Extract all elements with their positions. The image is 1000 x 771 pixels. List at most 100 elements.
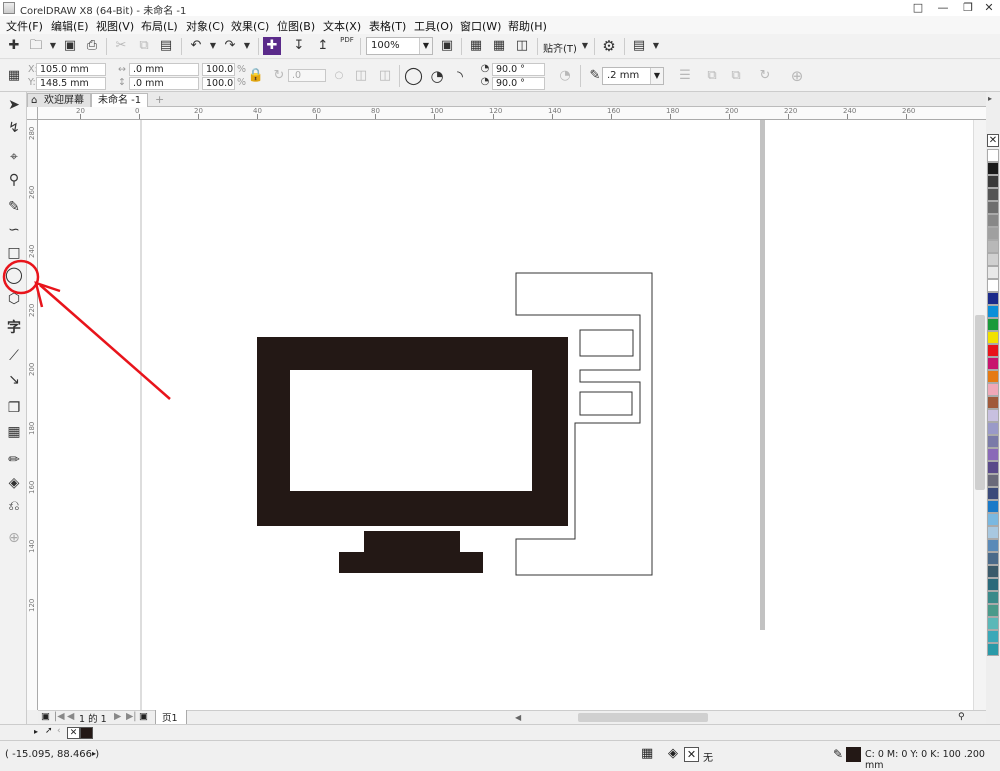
palette-swatch[interactable] [987, 305, 999, 318]
application-launcher-icon[interactable]: ▤ [630, 37, 648, 55]
menu-window[interactable]: 窗口(W) [460, 18, 501, 34]
palette-swatch[interactable] [987, 422, 999, 435]
save-icon[interactable]: ▣ [61, 37, 79, 55]
shape-tool-icon[interactable]: ↯ [4, 118, 24, 138]
tab-document[interactable]: 未命名 -1 [91, 93, 149, 107]
last-page-icon[interactable]: ▶| [126, 711, 137, 722]
menu-table[interactable]: 表格(T) [369, 18, 406, 34]
crop-tool-icon[interactable]: ⌖ [4, 147, 24, 167]
palette-swatch[interactable] [987, 513, 999, 526]
menu-help[interactable]: 帮助(H) [508, 18, 547, 34]
palette-swatch[interactable] [987, 149, 999, 162]
palette-swatch[interactable] [987, 357, 999, 370]
doc-palette-menu-icon[interactable]: ▸ [34, 727, 38, 736]
palette-swatch[interactable] [987, 279, 999, 292]
menu-tools[interactable]: 工具(O) [414, 18, 453, 34]
palette-swatch[interactable] [987, 409, 999, 422]
palette-swatch[interactable] [987, 318, 999, 331]
scroll-left-icon[interactable]: ◀ [515, 713, 521, 722]
undo-dropdown-icon[interactable]: ▼ [204, 37, 222, 55]
monitor-screen[interactable] [290, 370, 532, 491]
zoom-tool-icon[interactable]: ⚲ [4, 170, 24, 190]
vertical-scrollbar[interactable] [973, 120, 986, 710]
arc-mode-icon[interactable]: ◝ [451, 67, 469, 85]
search-content-icon[interactable]: ✚ [263, 37, 281, 55]
snap-to-menu[interactable]: 贴齐(T) [543, 40, 577, 55]
vertical-ruler[interactable]: 280 260 240 220 200 180 160 140 120 [27, 120, 38, 710]
open-folder-icon[interactable]: 🗀 [27, 37, 45, 55]
quick-customize-icon[interactable]: ⊕ [788, 67, 806, 85]
drawing-canvas[interactable] [38, 120, 986, 710]
redo-icon[interactable]: ↷ [221, 37, 239, 55]
palette-swatch[interactable] [987, 630, 999, 643]
menu-bitmaps[interactable]: 位图(B) [277, 18, 315, 34]
mirror-vertical-icon[interactable]: ◫ [376, 67, 394, 85]
tab-welcome-screen[interactable]: ⌂ 欢迎屏幕 [27, 93, 91, 107]
start-angle-field[interactable]: 90.0 ° [492, 63, 545, 76]
outline-width-select[interactable]: .2 mm ▼ [602, 67, 664, 85]
options-gear-icon[interactable]: ⚙ [600, 37, 618, 55]
object-origin-icon[interactable]: ▦ [5, 67, 23, 85]
palette-swatch[interactable] [987, 253, 999, 266]
add-page-before-icon[interactable]: ▣ [41, 711, 50, 722]
palette-swatch[interactable] [987, 370, 999, 383]
horizontal-scroll-thumb[interactable] [578, 713, 708, 722]
palette-swatch[interactable] [987, 435, 999, 448]
height-field[interactable]: .0 mm [129, 77, 199, 90]
palette-swatch[interactable] [987, 175, 999, 188]
palette-swatch[interactable] [987, 617, 999, 630]
palette-swatch[interactable] [987, 448, 999, 461]
scale-y-field[interactable]: 100.0 [202, 77, 235, 90]
full-screen-icon[interactable]: ▣ [438, 37, 456, 55]
transparency-tool-icon[interactable]: ▦ [4, 422, 24, 442]
palette-swatch[interactable] [987, 578, 999, 591]
palette-swatch[interactable] [987, 500, 999, 513]
ellipse-mode-icon[interactable]: ◯ [404, 67, 423, 85]
palette-swatch[interactable] [987, 227, 999, 240]
fill-none-swatch[interactable]: ✕ [684, 747, 699, 762]
new-tab-icon[interactable]: + [155, 93, 164, 106]
palette-swatch[interactable] [987, 565, 999, 578]
minimize-button[interactable]: — [930, 0, 956, 16]
wrap-text-icon[interactable]: ☰ [676, 67, 694, 85]
palette-swatch[interactable] [987, 188, 999, 201]
palette-swatch[interactable] [987, 474, 999, 487]
launcher-dropdown-icon[interactable]: ▼ [647, 37, 665, 55]
redo-dropdown-icon[interactable]: ▼ [238, 37, 256, 55]
menu-object[interactable]: 对象(C) [186, 18, 224, 34]
y-position-field[interactable]: 148.5 mm [36, 77, 106, 90]
palette-swatch[interactable] [987, 383, 999, 396]
pie-mode-icon[interactable]: ◔ [428, 67, 446, 85]
menu-layout[interactable]: 布局(L) [141, 18, 178, 34]
monitor-neck[interactable] [364, 531, 460, 553]
palette-swatch[interactable] [987, 201, 999, 214]
to-front-icon[interactable]: ⧉ [703, 67, 721, 85]
palette-swatch[interactable] [987, 292, 999, 305]
export-icon[interactable]: ↥ [314, 37, 332, 55]
first-page-icon[interactable]: |◀ [54, 711, 65, 722]
palette-swatch[interactable] [987, 539, 999, 552]
cut-icon[interactable]: ✂ [112, 37, 130, 55]
quick-customize-tool-icon[interactable]: ⊕ [4, 528, 24, 548]
palette-swatch[interactable] [987, 487, 999, 500]
rotation-angle-field[interactable]: .0 [288, 69, 326, 82]
status-expand-icon[interactable]: ▸ [92, 749, 96, 758]
convert-to-curves-icon[interactable]: ↻ [756, 67, 774, 85]
import-icon[interactable]: ↧ [290, 37, 308, 55]
menu-text[interactable]: 文本(X) [323, 18, 361, 34]
no-color-swatch[interactable]: ✕ [987, 134, 999, 147]
horizontal-ruler[interactable]: 20 0 20 40 60 80 100 120 140 160 180 200 220 240 260 [38, 107, 986, 120]
palette-swatch[interactable] [987, 344, 999, 357]
drive-bay-bottom[interactable] [579, 391, 633, 416]
show-guidelines-icon[interactable]: ◫ [513, 37, 531, 55]
palette-swatch[interactable] [987, 604, 999, 617]
palette-swatch[interactable] [987, 214, 999, 227]
monitor-base[interactable] [339, 552, 483, 573]
palette-swatch[interactable] [987, 552, 999, 565]
menu-edit[interactable]: 编辑(E) [51, 18, 89, 34]
show-grid-icon[interactable]: ▦ [490, 37, 508, 55]
menu-file[interactable]: 文件(F) [6, 18, 43, 34]
palette-scroll-up-icon[interactable]: ▸ [988, 94, 992, 103]
menu-effects[interactable]: 效果(C) [231, 18, 269, 34]
width-field[interactable]: .0 mm [129, 63, 199, 76]
